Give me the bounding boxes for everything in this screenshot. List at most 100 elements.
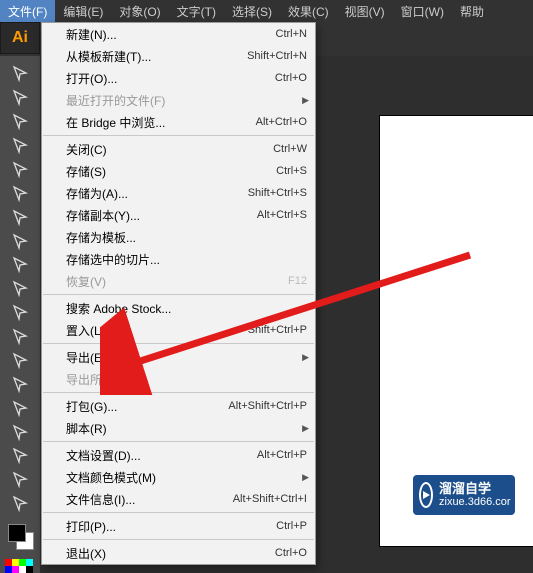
menu-item-label: 新建(N)...	[66, 26, 276, 43]
menu-item-shortcut: Alt+Ctrl+P	[257, 449, 307, 461]
menu-item-shortcut: Alt+Shift+Ctrl+I	[233, 493, 307, 505]
menu-item-label: 打开(O)...	[66, 70, 275, 87]
menubar: 文件(F)编辑(E)对象(O)文字(T)选择(S)效果(C)视图(V)窗口(W)…	[0, 0, 533, 22]
direct-selection-tool[interactable]	[8, 86, 32, 109]
line-tool[interactable]	[8, 181, 32, 204]
brush-tool[interactable]	[8, 229, 32, 252]
menu-item-label: 导出(E)	[66, 349, 307, 366]
menu-item-shortcut: F12	[288, 275, 307, 287]
menu-item-label: 在 Bridge 中浏览...	[66, 114, 256, 131]
palette-color[interactable]	[19, 566, 26, 573]
submenu-arrow-icon: ▶	[302, 95, 309, 106]
separator	[43, 441, 314, 442]
menu-item-shortcut: Shift+Ctrl+N	[247, 50, 307, 62]
menu-item-4[interactable]: 在 Bridge 中浏览...Alt+Ctrl+O	[42, 111, 315, 133]
pen-tool[interactable]	[8, 134, 32, 157]
menu-item-29[interactable]: 退出(X)Ctrl+O	[42, 542, 315, 564]
menu-item-21[interactable]: 脚本(R)▶	[42, 417, 315, 439]
scale-tool[interactable]	[8, 325, 32, 348]
menu-item-label: 最近打开的文件(F)	[66, 92, 307, 109]
palette-color[interactable]	[5, 559, 12, 566]
watermark-sub: zixue.3d66.cor	[439, 496, 511, 508]
menu-item-label: 存储选中的切片...	[66, 251, 307, 268]
eyedropper-tool[interactable]	[8, 468, 32, 491]
separator	[43, 294, 314, 295]
menu-item-27[interactable]: 打印(P)...Ctrl+P	[42, 515, 315, 537]
selection-tool[interactable]	[8, 62, 32, 85]
menu-item-label: 置入(L)...	[66, 322, 248, 339]
mesh-tool[interactable]	[8, 420, 32, 443]
palette-color[interactable]	[26, 559, 33, 566]
menu-item-label: 存储为(A)...	[66, 185, 248, 202]
menu-item-label: 搜索 Adobe Stock...	[66, 300, 307, 317]
menu-item-shortcut: Ctrl+S	[276, 165, 307, 177]
menu-0[interactable]: 文件(F)	[0, 0, 55, 22]
menu-item-label: 退出(X)	[66, 545, 275, 562]
eraser-tool[interactable]	[8, 277, 32, 300]
menu-5[interactable]: 效果(C)	[280, 0, 337, 22]
free-transform-tool[interactable]	[8, 372, 32, 395]
menu-item-25[interactable]: 文件信息(I)...Alt+Shift+Ctrl+I	[42, 488, 315, 510]
menu-item-shortcut: Ctrl+O	[275, 547, 307, 559]
blend-tool[interactable]	[8, 492, 32, 515]
palette-color[interactable]	[19, 559, 26, 566]
menu-item-24[interactable]: 文档颜色模式(M)▶	[42, 466, 315, 488]
menu-item-label: 打包(G)...	[66, 398, 228, 415]
palette-color[interactable]	[26, 566, 33, 573]
menu-item-label: 文档颜色模式(M)	[66, 469, 307, 486]
menu-item-shortcut: Shift+Ctrl+S	[248, 187, 307, 199]
pencil-tool[interactable]	[8, 253, 32, 276]
menu-6[interactable]: 视图(V)	[337, 0, 393, 22]
menu-item-1[interactable]: 从模板新建(T)...Shift+Ctrl+N	[42, 45, 315, 67]
menu-4[interactable]: 选择(S)	[224, 0, 280, 22]
palette-color[interactable]	[12, 559, 19, 566]
palette-color[interactable]	[5, 566, 12, 573]
menu-item-shortcut: Ctrl+O	[275, 72, 307, 84]
palette-color[interactable]	[12, 566, 19, 573]
menu-item-14[interactable]: 搜索 Adobe Stock...	[42, 297, 315, 319]
gradient-tool[interactable]	[8, 444, 32, 467]
menu-2[interactable]: 对象(O)	[111, 0, 168, 22]
wand-tool[interactable]	[8, 110, 32, 133]
submenu-arrow-icon: ▶	[302, 352, 309, 363]
menu-item-7[interactable]: 存储(S)Ctrl+S	[42, 160, 315, 182]
menu-item-label: 从模板新建(T)...	[66, 48, 247, 65]
mini-palette[interactable]	[5, 559, 35, 573]
shape-builder-tool[interactable]	[8, 396, 32, 419]
menu-item-11[interactable]: 存储选中的切片...	[42, 248, 315, 270]
menu-item-10[interactable]: 存储为模板...	[42, 226, 315, 248]
separator	[43, 539, 314, 540]
menu-item-label: 存储副本(Y)...	[66, 207, 257, 224]
rotate-tool[interactable]	[8, 301, 32, 324]
menu-7[interactable]: 窗口(W)	[393, 0, 452, 22]
menu-item-2[interactable]: 打开(O)...Ctrl+O	[42, 67, 315, 89]
submenu-arrow-icon: ▶	[302, 472, 309, 483]
menu-1[interactable]: 编辑(E)	[55, 0, 111, 22]
menu-item-9[interactable]: 存储副本(Y)...Alt+Ctrl+S	[42, 204, 315, 226]
tools-panel	[0, 56, 40, 573]
menu-item-shortcut: Alt+Ctrl+S	[257, 209, 307, 221]
menu-3[interactable]: 文字(T)	[169, 0, 224, 22]
menu-8[interactable]: 帮助	[452, 0, 492, 22]
menu-item-6[interactable]: 关闭(C)Ctrl+W	[42, 138, 315, 160]
menu-item-8[interactable]: 存储为(A)...Shift+Ctrl+S	[42, 182, 315, 204]
watermark: 溜溜自学 zixue.3d66.cor	[413, 475, 515, 515]
menu-item-shortcut: Alt+Ctrl+O	[256, 116, 307, 128]
color-swatches[interactable]	[6, 522, 34, 554]
menu-item-label: 关闭(C)	[66, 141, 273, 158]
menu-item-shortcut: Ctrl+W	[273, 143, 307, 155]
play-icon	[419, 482, 433, 508]
menu-item-15[interactable]: 置入(L)...Shift+Ctrl+P	[42, 319, 315, 341]
separator	[43, 343, 314, 344]
type-tool[interactable]	[8, 158, 32, 181]
menu-item-label: 存储为模板...	[66, 229, 307, 246]
width-tool[interactable]	[8, 349, 32, 372]
watermark-title: 溜溜自学	[439, 482, 511, 496]
menu-item-20[interactable]: 打包(G)...Alt+Shift+Ctrl+P	[42, 395, 315, 417]
menu-item-23[interactable]: 文档设置(D)...Alt+Ctrl+P	[42, 444, 315, 466]
swatch-foreground[interactable]	[8, 524, 26, 542]
rectangle-tool[interactable]	[8, 205, 32, 228]
file-menu-dropdown: 新建(N)...Ctrl+N从模板新建(T)...Shift+Ctrl+N打开(…	[41, 22, 316, 565]
menu-item-17[interactable]: 导出(E)▶	[42, 346, 315, 368]
menu-item-0[interactable]: 新建(N)...Ctrl+N	[42, 23, 315, 45]
